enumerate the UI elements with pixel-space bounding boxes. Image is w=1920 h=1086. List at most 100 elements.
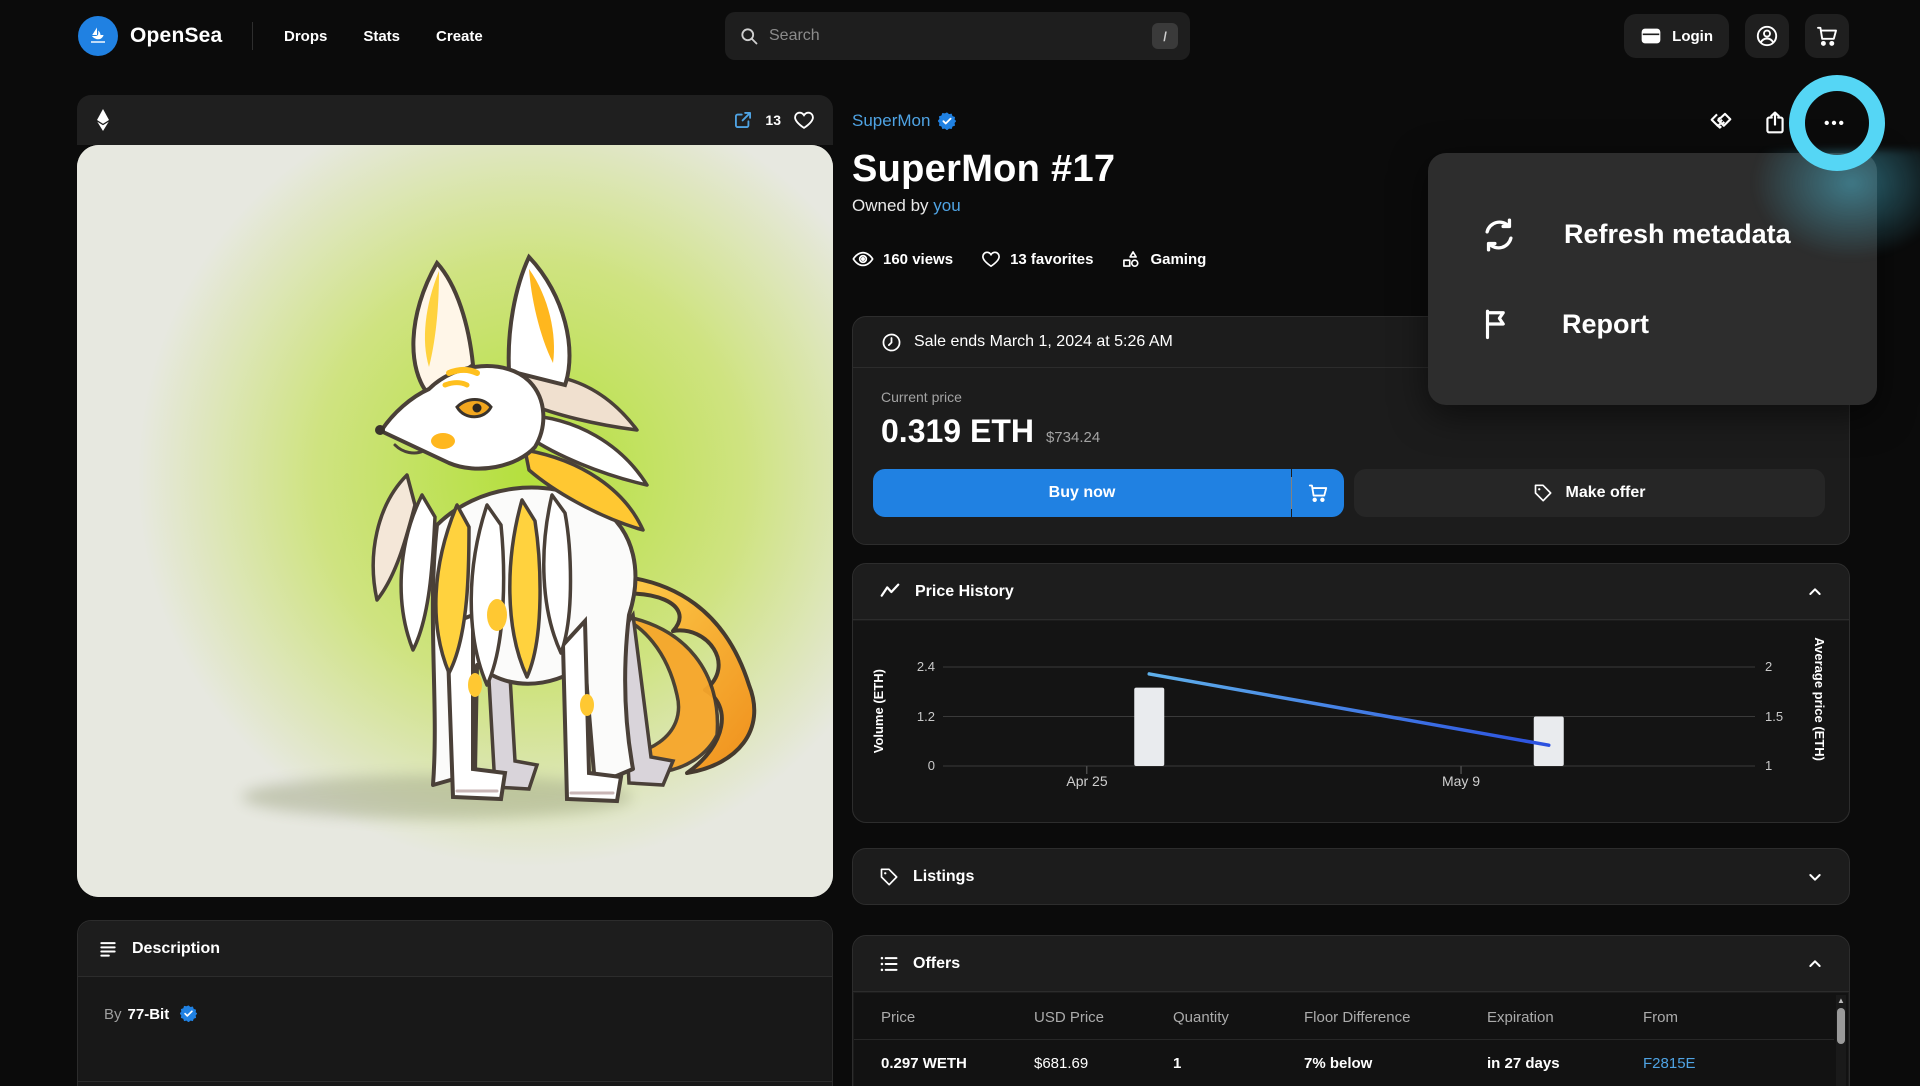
chevron-down-icon[interactable] (1807, 869, 1823, 885)
eye-icon (852, 248, 874, 270)
right-tick-1: 1.5 (1765, 709, 1783, 724)
offer-price: 0.297 WETH (881, 1055, 967, 1072)
menu-item-refresh-metadata[interactable]: Refresh metadata (1428, 216, 1877, 254)
opensea-logo-icon (78, 16, 118, 56)
col-floor-difference: Floor Difference (1304, 1009, 1410, 1026)
nft-image[interactable] (77, 145, 833, 897)
col-expiration: Expiration (1487, 1009, 1554, 1026)
chevron-up-icon[interactable] (1807, 584, 1823, 600)
login-label: Login (1672, 28, 1713, 45)
left-axis-title: Volume (ETH) (871, 641, 887, 781)
chevron-up-icon[interactable] (1807, 956, 1823, 972)
chart-line-icon (879, 581, 901, 603)
cart-button[interactable] (1805, 14, 1849, 58)
left-tick-0: 2.4 (895, 659, 935, 674)
more-options-menu: Refresh metadata Report (1428, 153, 1877, 405)
account-button[interactable] (1745, 14, 1789, 58)
scrollbar-up-arrow[interactable]: ▲ (1836, 995, 1846, 1007)
right-axis-title: Average price (ETH) (1811, 629, 1827, 769)
opensea-logo[interactable]: OpenSea (78, 16, 222, 56)
favorite-heart-icon[interactable] (793, 109, 815, 131)
category-icon (1121, 249, 1141, 269)
cart-small-icon (1307, 482, 1329, 504)
add-to-cart-button[interactable] (1292, 469, 1344, 517)
x-label-1: May 9 (1421, 773, 1501, 789)
description-title: Description (132, 940, 220, 958)
nav-link-stats[interactable]: Stats (363, 28, 400, 45)
favorites-stat: 13 favorites (981, 249, 1093, 269)
flag-icon (1480, 306, 1516, 342)
col-from: From (1643, 1009, 1678, 1026)
menu-item-report[interactable]: Report (1428, 306, 1877, 342)
ellipsis-icon: ••• (1824, 115, 1846, 132)
account-icon (1755, 24, 1779, 48)
left-tick-1: 1.2 (895, 709, 935, 724)
chart-canvas (853, 621, 1849, 824)
price-history-chart: Volume (ETH) Average price (ETH) 2.4 1.2… (853, 621, 1849, 824)
report-label: Report (1562, 309, 1649, 340)
heart-icon (981, 249, 1001, 269)
category-stat[interactable]: Gaming (1121, 249, 1206, 269)
cart-icon (1815, 24, 1839, 48)
creator-verified-icon (180, 1005, 197, 1022)
owned-by-label: Owned by (852, 196, 929, 215)
item-action-icons: ••• (1706, 108, 1850, 138)
refresh-metadata-label: Refresh metadata (1564, 219, 1791, 250)
scrollbar-thumb[interactable] (1837, 1008, 1845, 1044)
listings-header[interactable]: Listings (853, 849, 1849, 904)
offer-from-link[interactable]: F2815E (1643, 1055, 1696, 1072)
nav-link-create[interactable]: Create (436, 28, 483, 45)
tag-icon (1533, 483, 1553, 503)
price-history-header[interactable]: Price History (853, 564, 1849, 620)
nav-link-drops[interactable]: Drops (284, 28, 327, 45)
brand-name: OpenSea (130, 24, 222, 48)
favorite-count: 13 (765, 112, 781, 128)
top-nav: OpenSea Drops Stats Create / Login (0, 0, 1920, 72)
col-quantity: Quantity (1173, 1009, 1229, 1026)
creator-name[interactable]: 77-Bit (128, 1006, 170, 1023)
buy-now-button[interactable]: Buy now (873, 469, 1291, 517)
description-header[interactable]: Description (78, 921, 832, 977)
login-button[interactable]: Login (1624, 14, 1729, 58)
make-offer-label: Make offer (1565, 484, 1645, 502)
search-input[interactable] (769, 27, 1152, 45)
category-label: Gaming (1150, 251, 1206, 268)
deal-button[interactable] (1706, 108, 1736, 138)
collection-link[interactable]: SuperMon (852, 111, 930, 131)
offers-card: Offers Price USD Price Quantity Floor Di… (852, 935, 1850, 1086)
description-icon (98, 939, 118, 959)
price-history-body: Volume (ETH) Average price (ETH) 2.4 1.2… (853, 621, 1849, 822)
owner-link[interactable]: you (933, 196, 960, 215)
nav-divider (252, 22, 253, 50)
more-button[interactable]: ••• (1820, 108, 1850, 138)
share-button[interactable] (1760, 108, 1790, 138)
search-icon (739, 26, 759, 46)
favorites-count: 13 favorites (1010, 251, 1093, 268)
item-stats-row: 160 views 13 favorites Gaming (852, 248, 1206, 270)
current-price-label: Current price (881, 389, 962, 405)
make-offer-button[interactable]: Make offer (1354, 469, 1825, 517)
offers-header[interactable]: Offers (853, 936, 1849, 992)
right-tick-2: 1 (1765, 758, 1772, 773)
refresh-icon (1480, 216, 1518, 254)
item-title: SuperMon #17 (852, 148, 1115, 191)
offers-title: Offers (913, 955, 960, 973)
purchase-buttons: Buy now Make offer (873, 469, 1825, 517)
nav-right: Login (1624, 14, 1849, 58)
sale-ends-text: Sale ends March 1, 2024 at 5:26 AM (914, 333, 1173, 351)
search-bar[interactable]: / (725, 12, 1190, 60)
opensea-item-page: OpenSea Drops Stats Create / Login (0, 0, 1920, 1086)
price-usd: $734.24 (1046, 429, 1100, 446)
listings-title: Listings (913, 868, 974, 886)
listings-card: Listings (852, 848, 1850, 905)
external-link-icon[interactable] (733, 110, 753, 130)
creator-by-label: By (104, 1006, 122, 1023)
offers-table: Price USD Price Quantity Floor Differenc… (854, 993, 1848, 1086)
right-tick-0: 2 (1765, 659, 1772, 674)
collection-row: SuperMon (852, 111, 956, 131)
price-eth: 0.319 ETH (881, 413, 1034, 450)
offers-scrollbar[interactable]: ▲ (1836, 995, 1846, 1086)
handshake-icon (1707, 109, 1735, 137)
offer-quantity: 1 (1173, 1055, 1181, 1072)
search-shortcut-key: / (1152, 23, 1178, 49)
